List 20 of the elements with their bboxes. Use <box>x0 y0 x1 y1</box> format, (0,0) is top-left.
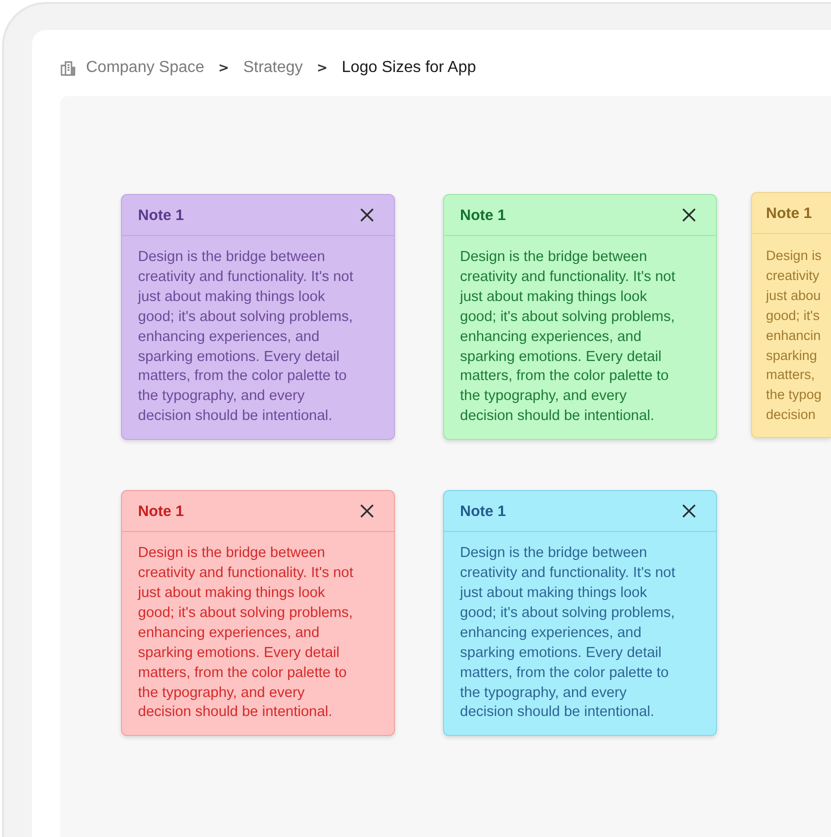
close-icon[interactable] <box>360 208 374 222</box>
note-text: Design is the bridge between creativity and functionality. It's not just about making things look good; it's about solving problems, enhancing experiences, and sparking emotions. Every detail matters, from the color palette to the typography, and every decision should be intentional. <box>458 544 676 722</box>
building-icon <box>60 60 76 76</box>
chevron-separator: > <box>316 60 328 76</box>
breadcrumb-link[interactable]: Strategy <box>243 59 303 77</box>
note-title: Note 1 <box>460 206 506 224</box>
note-title: Note 1 <box>138 502 184 520</box>
breadcrumb-link[interactable]: Company Space <box>86 59 204 77</box>
note-text: Design is creativity just abou good; it's enhancin sparking matters, the typog decision <box>764 247 823 424</box>
breadcrumb-link[interactable]: Logo Sizes for App <box>342 59 476 77</box>
note-title: Note 1 <box>766 204 812 222</box>
note-text: Design is the bridge between creativity and functionality. It's not just about making things look good; it's about solving problems, enhancing experiences, and sparking emotions. Every detail matters, from the color palette to the typography, and every decision should be intentional. <box>136 248 354 426</box>
note-title: Note 1 <box>138 206 184 224</box>
note-text: Design is the bridge between creativity and functionality. It's not just about making things look good; it's about solving problems, enhancing experiences, and sparking emotions. Every detail matters, from the color palette to the typography, and every decision should be intentional. <box>458 248 676 426</box>
close-icon[interactable] <box>682 504 696 518</box>
close-icon[interactable] <box>682 208 696 222</box>
note-title: Note 1 <box>460 502 506 520</box>
chevron-separator: > <box>218 60 230 76</box>
close-icon[interactable] <box>360 504 374 518</box>
note-text: Design is the bridge between creativity and functionality. It's not just about making things look good; it's about solving problems, enhancing experiences, and sparking emotions. Every detail matters, from the color palette to the typography, and every decision should be intentional. <box>136 544 354 722</box>
